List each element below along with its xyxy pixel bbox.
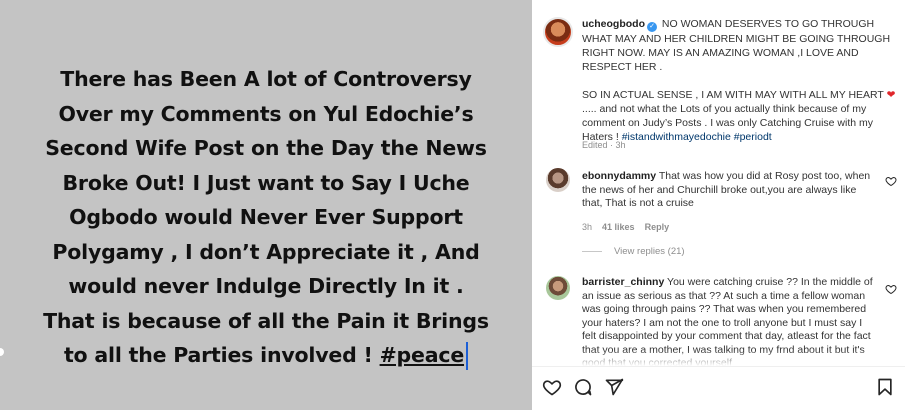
post-text-line-last: to all the Parties involved ! #peace [20,338,512,373]
post-text-line: Broke Out! I Just want to Say I Uche [62,170,470,195]
post-image: There has Been A lot of Controversy Over… [0,0,532,410]
view-replies-line [582,250,602,252]
post-text-line: Second Wife Post on the Day the News [45,136,487,160]
scroll-fade [532,350,905,366]
bookmark-icon [878,378,892,396]
post-text-line: There has Been A lot of Controversy [60,67,472,91]
comment-avatar[interactable] [546,276,570,300]
caption-username[interactable]: ucheogbodo [582,18,645,30]
caption-hashtags[interactable]: #istandwithmayedochie #periodt [622,131,772,143]
comment-like-heart-icon[interactable] [885,283,897,295]
post-text-line: Over my Comments on Yul Edochie’s [58,101,474,126]
comment-username[interactable]: ebonnydammy [582,170,656,182]
comments-panel: ucheogbodo ✓ NO WOMAN DESERVES TO GO THRO… [532,0,905,410]
heart-icon [542,380,562,396]
comments-scroll-area[interactable]: ucheogbodo ✓ NO WOMAN DESERVES TO GO THRO… [532,0,905,366]
post-hashtag-peace: #peace [379,343,465,367]
view-replies-button[interactable]: View replies (21) [582,246,685,257]
view-replies-label: View replies (21) [614,246,685,257]
like-button[interactable] [542,377,562,397]
post-text-line: That is because of all the Pain it Bring… [43,308,489,333]
comment-button[interactable] [573,377,593,397]
post-text-last: to all the Parties involved ! [63,343,380,367]
actions-divider [532,366,905,367]
carousel-edge-dot [0,348,4,356]
post-caption: ucheogbodo ✓ NO WOMAN DESERVES TO GO THRO… [582,17,900,144]
caption-meta: Edited · 3h [582,140,626,150]
save-button[interactable] [875,377,895,397]
text-cursor [466,342,469,370]
author-avatar[interactable] [543,17,573,47]
post-text-line: would never Indulge Directly In it . [68,274,464,298]
verified-badge-icon: ✓ [647,22,657,32]
comment-likes[interactable]: 41 likes [602,222,635,232]
comment-avatar[interactable] [546,168,570,192]
post-text-line: Polygamy , I don’t Appreciate it , And [52,239,480,264]
red-heart-emoji: ❤ [886,89,896,101]
share-icon [605,378,624,396]
post-image-text: There has Been A lot of Controversy Over… [20,62,512,373]
comment-reply-button[interactable]: Reply [645,222,670,232]
comment-username[interactable]: barrister_chinny [582,276,664,288]
post-text-line: Ogbodo would Never Ever Support [69,205,463,229]
comment-time: 3h [582,222,593,232]
caption-para2: SO IN ACTUAL SENSE , I AM WITH MAY WITH … [582,89,884,101]
comment-item: ebonnydammy That was how you did at Rosy… [582,170,875,211]
comment-icon [575,379,592,396]
share-button[interactable] [604,377,624,397]
comment-like-heart-icon[interactable] [885,175,897,187]
comment-meta: 3h 41 likes Reply [582,222,669,232]
